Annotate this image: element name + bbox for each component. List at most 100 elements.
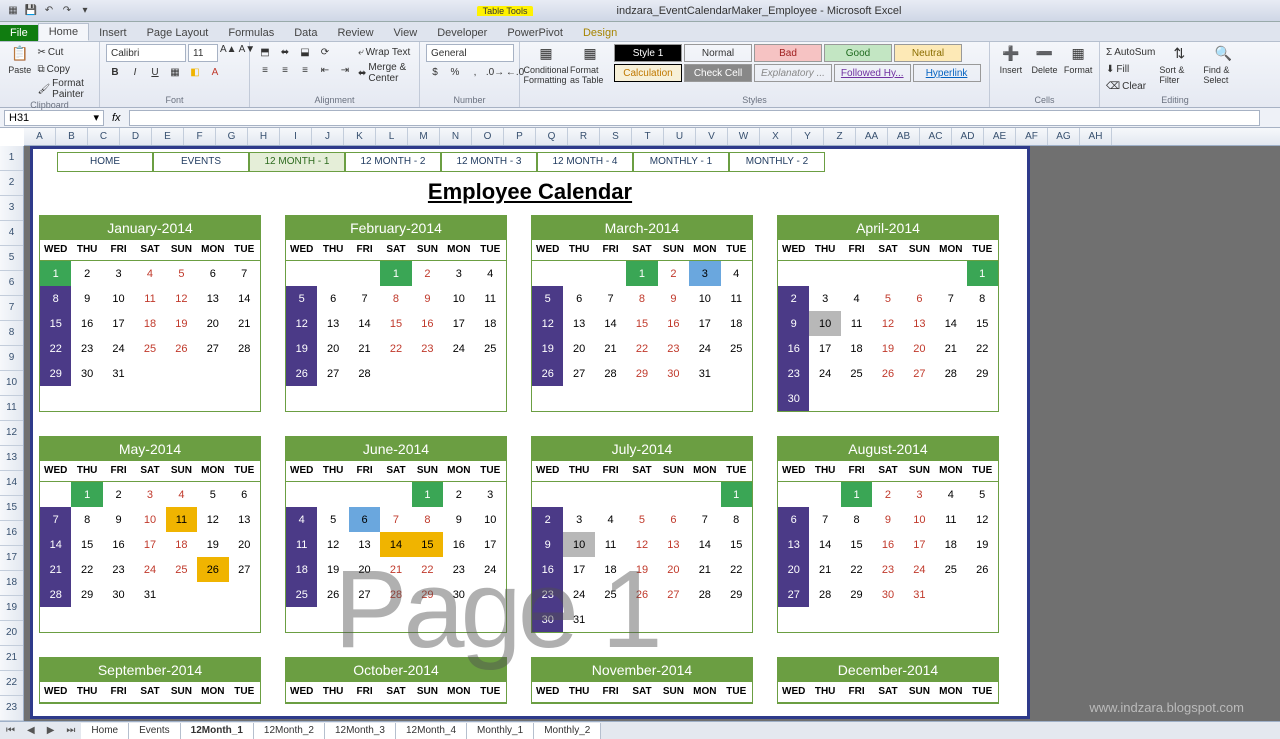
undo-icon[interactable]: ↶ (42, 4, 56, 18)
day-cell[interactable]: 5 (197, 482, 228, 507)
day-cell[interactable] (689, 607, 720, 632)
day-cell[interactable]: 12 (532, 311, 563, 336)
increase-decimal-icon[interactable]: .0→ (486, 64, 504, 80)
day-cell[interactable]: 18 (286, 557, 317, 582)
day-cell[interactable]: 24 (134, 557, 165, 582)
row-3[interactable]: 3 (0, 196, 23, 221)
day-cell[interactable] (595, 261, 626, 286)
day-cell[interactable] (412, 361, 443, 386)
col-M[interactable]: M (408, 128, 440, 145)
day-cell[interactable]: 18 (475, 311, 506, 336)
day-cell[interactable]: 19 (532, 336, 563, 361)
day-cell[interactable]: 18 (595, 557, 626, 582)
day-cell[interactable]: 2 (103, 482, 134, 507)
col-A[interactable]: A (24, 128, 56, 145)
day-cell[interactable]: 20 (563, 336, 594, 361)
day-cell[interactable] (475, 361, 506, 386)
day-cell[interactable]: 17 (563, 557, 594, 582)
day-cell[interactable]: 5 (166, 261, 197, 286)
col-Y[interactable]: Y (792, 128, 824, 145)
day-cell[interactable]: 31 (904, 582, 935, 607)
col-F[interactable]: F (184, 128, 216, 145)
day-cell[interactable] (197, 582, 228, 607)
day-cell[interactable]: 23 (103, 557, 134, 582)
day-cell[interactable] (229, 582, 260, 607)
day-cell[interactable]: 10 (809, 311, 840, 336)
font-color-button[interactable]: A (206, 64, 224, 80)
col-L[interactable]: L (376, 128, 408, 145)
comma-icon[interactable]: , (466, 64, 484, 80)
day-cell[interactable]: 20 (349, 557, 380, 582)
nav-tab-events[interactable]: EVENTS (153, 152, 249, 172)
day-cell[interactable]: 2 (412, 261, 443, 286)
day-cell[interactable]: 12 (626, 532, 657, 557)
day-cell[interactable]: 9 (103, 507, 134, 532)
col-AD[interactable]: AD (952, 128, 984, 145)
nav-tab-monthly-1[interactable]: MONTHLY - 1 (633, 152, 729, 172)
day-cell[interactable]: 30 (443, 582, 474, 607)
day-cell[interactable] (841, 261, 872, 286)
day-cell[interactable]: 18 (841, 336, 872, 361)
day-cell[interactable]: 20 (197, 311, 228, 336)
col-AB[interactable]: AB (888, 128, 920, 145)
sheet-tab-12month_1[interactable]: 12Month_1 (181, 723, 254, 739)
day-cell[interactable]: 30 (532, 607, 563, 632)
sheet-nav-next-icon[interactable]: ▶ (41, 725, 61, 736)
col-E[interactable]: E (152, 128, 184, 145)
day-cell[interactable]: 7 (935, 286, 966, 311)
day-cell[interactable] (872, 261, 903, 286)
ribbon-tab-home[interactable]: Home (38, 23, 89, 41)
col-O[interactable]: O (472, 128, 504, 145)
day-cell[interactable]: 6 (197, 261, 228, 286)
day-cell[interactable]: 13 (317, 311, 348, 336)
day-cell[interactable]: 17 (809, 336, 840, 361)
day-cell[interactable]: 16 (443, 532, 474, 557)
day-cell[interactable]: 24 (443, 336, 474, 361)
day-cell[interactable]: 12 (166, 286, 197, 311)
day-cell[interactable]: 2 (71, 261, 102, 286)
day-cell[interactable]: 30 (658, 361, 689, 386)
day-cell[interactable] (532, 482, 563, 507)
row-13[interactable]: 13 (0, 446, 23, 471)
day-cell[interactable]: 13 (229, 507, 260, 532)
col-AA[interactable]: AA (856, 128, 888, 145)
day-cell[interactable]: 21 (935, 336, 966, 361)
increase-indent-icon[interactable]: ⇥ (336, 62, 354, 78)
day-cell[interactable] (317, 482, 348, 507)
ribbon-tab-view[interactable]: View (384, 25, 428, 41)
day-cell[interactable]: 4 (841, 286, 872, 311)
day-cell[interactable]: 14 (349, 311, 380, 336)
day-cell[interactable]: 27 (563, 361, 594, 386)
underline-button[interactable]: U (146, 64, 164, 80)
cell-style-followed-hyperlink[interactable]: Followed Hy... (834, 64, 911, 82)
day-cell[interactable]: 13 (349, 532, 380, 557)
day-cell[interactable]: 28 (380, 582, 411, 607)
day-cell[interactable]: 16 (103, 532, 134, 557)
day-cell[interactable] (475, 582, 506, 607)
sort-filter-button[interactable]: ⇅Sort & Filter (1159, 44, 1199, 86)
day-cell[interactable]: 26 (967, 557, 998, 582)
row-4[interactable]: 4 (0, 221, 23, 246)
day-cell[interactable] (841, 386, 872, 411)
col-Q[interactable]: Q (536, 128, 568, 145)
ribbon-tab-review[interactable]: Review (327, 25, 383, 41)
sheet-tab-monthly_1[interactable]: Monthly_1 (467, 723, 534, 739)
col-I[interactable]: I (280, 128, 312, 145)
day-cell[interactable]: 18 (935, 532, 966, 557)
sheet-tab-12month_2[interactable]: 12Month_2 (254, 723, 325, 739)
sheet-tab-12month_3[interactable]: 12Month_3 (325, 723, 396, 739)
day-cell[interactable]: 16 (872, 532, 903, 557)
align-left-icon[interactable]: ≡ (256, 62, 274, 78)
day-cell[interactable]: 11 (935, 507, 966, 532)
day-cell[interactable]: 6 (904, 286, 935, 311)
day-cell[interactable]: 2 (443, 482, 474, 507)
bold-button[interactable]: B (106, 64, 124, 80)
day-cell[interactable]: 15 (626, 311, 657, 336)
col-AC[interactable]: AC (920, 128, 952, 145)
day-cell[interactable]: 12 (967, 507, 998, 532)
day-cell[interactable]: 22 (71, 557, 102, 582)
day-cell[interactable]: 8 (40, 286, 71, 311)
row-7[interactable]: 7 (0, 296, 23, 321)
day-cell[interactable]: 10 (689, 286, 720, 311)
day-cell[interactable]: 4 (595, 507, 626, 532)
